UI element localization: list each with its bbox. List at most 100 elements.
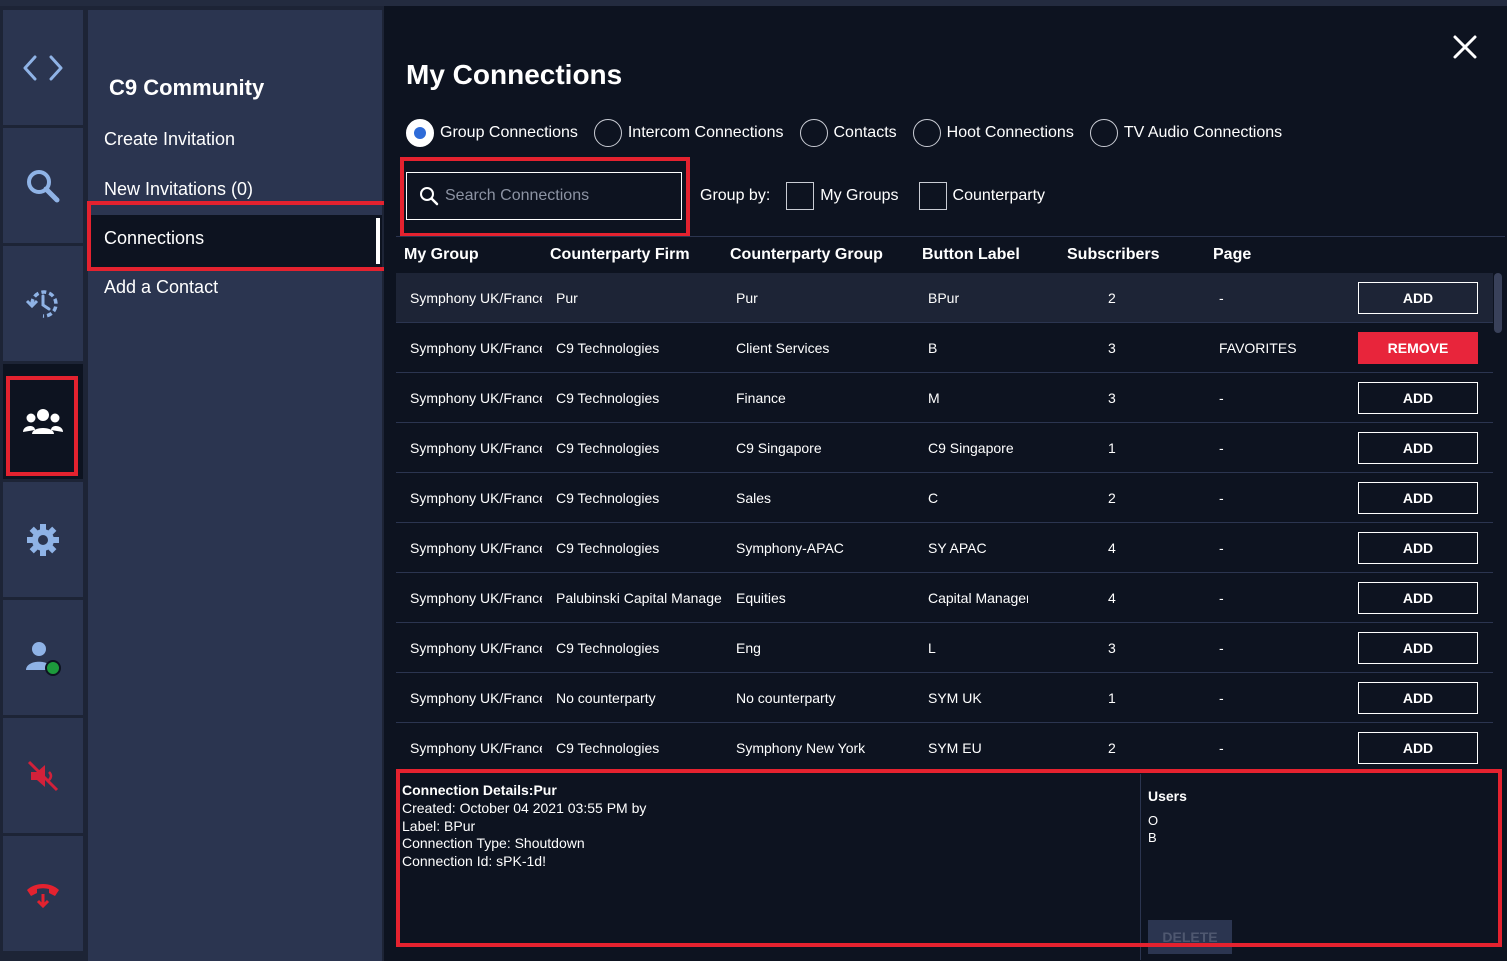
add-button[interactable]: ADD — [1358, 432, 1478, 464]
checkbox-icon — [786, 182, 815, 210]
cell-subscribers: 3 — [1108, 390, 1116, 406]
cell-counterparty-firm: C9 Technologies — [556, 540, 660, 556]
group-by-counterparty[interactable]: Counterparty — [918, 182, 1045, 210]
cell-button-label: B — [928, 340, 938, 356]
table-row[interactable]: Symphony UK/France C9 Technologies Finance… — [396, 373, 1493, 423]
tab-contacts[interactable]: Contacts — [799, 119, 897, 147]
details-label: Label: BPur — [402, 818, 476, 834]
tab-group-connections[interactable]: Group Connections — [406, 119, 578, 147]
cell-button-label: SYM UK — [928, 690, 982, 706]
cell-button-label: C9 Singapore — [928, 440, 1014, 456]
group-by-my-groups[interactable]: My Groups — [786, 182, 899, 210]
table-row[interactable]: Symphony UK/France C9 Technologies Symphon… — [396, 523, 1493, 573]
cell-counterparty-group: Eng — [736, 640, 761, 656]
table-row[interactable]: Symphony UK/France C9 Technologies C9 Sing… — [396, 423, 1493, 473]
checkbox-label: My Groups — [820, 187, 899, 204]
delete-button[interactable]: DELETE — [1148, 920, 1232, 954]
subnav-item-new-invitations[interactable]: New Invitations (0) — [104, 179, 253, 200]
tab-label: Group Connections — [440, 124, 578, 141]
rail-history-button[interactable] — [3, 246, 83, 361]
header-counterparty-group[interactable]: Counterparty Group — [730, 246, 883, 264]
table-row[interactable]: Symphony UK/France C9 Technologies Eng L 3 - A… — [396, 623, 1493, 673]
cell-subscribers: 2 — [1108, 290, 1116, 306]
cell-page: - — [1219, 440, 1224, 456]
connections-panel: My Connections Group Connections Interco… — [384, 6, 1507, 961]
table-scrollbar[interactable] — [1494, 273, 1502, 333]
hangup-icon — [27, 883, 59, 908]
cell-counterparty-firm: C9 Technologies — [556, 740, 660, 756]
rail-search-button[interactable] — [3, 128, 83, 243]
cell-counterparty-group: Sales — [736, 490, 772, 506]
add-button[interactable]: ADD — [1358, 732, 1478, 764]
radio-checked-icon — [406, 119, 434, 147]
header-my-group[interactable]: My Group — [404, 246, 479, 264]
cell-my-group: Symphony UK/France — [410, 490, 542, 506]
table-row[interactable]: Symphony UK/France C9 Technologies Sales C 2… — [396, 473, 1493, 523]
subnav-item-connections-label: Connections — [104, 228, 205, 248]
cell-counterparty-group: Symphony New York — [736, 740, 866, 756]
radio-icon — [1089, 119, 1118, 147]
table-row[interactable]: Symphony UK/France No counterparty No coun… — [396, 673, 1493, 723]
cell-button-label: SY APAC — [928, 540, 987, 556]
cell-counterparty-firm: C9 Technologies — [556, 390, 660, 406]
cell-page: - — [1219, 640, 1224, 656]
add-button[interactable]: ADD — [1358, 682, 1478, 714]
add-button[interactable]: ADD — [1358, 532, 1478, 564]
rail-code-button[interactable] — [3, 10, 83, 125]
selected-indicator — [376, 218, 380, 264]
add-button[interactable]: ADD — [1358, 382, 1478, 414]
cell-subscribers: 4 — [1108, 540, 1116, 556]
rail-hangup-button[interactable] — [3, 836, 83, 951]
rail-user-status-button[interactable] — [3, 600, 83, 715]
rail-community-button[interactable] — [3, 364, 83, 479]
rail-mute-button[interactable] — [3, 718, 83, 833]
tab-tv-audio-connections[interactable]: TV Audio Connections — [1089, 119, 1282, 147]
header-button-label[interactable]: Button Label — [922, 246, 1020, 264]
details-id: Connection Id: sPK-1d! — [402, 853, 546, 869]
tab-intercom-connections[interactable]: Intercom Connections — [593, 119, 784, 147]
search-input[interactable] — [445, 187, 665, 205]
remove-button[interactable]: REMOVE — [1358, 332, 1478, 364]
close-icon[interactable] — [1450, 32, 1480, 62]
details-title: Connection Details:Pur — [402, 782, 557, 798]
search-icon — [420, 187, 439, 206]
header-subscribers[interactable]: Subscribers — [1067, 246, 1159, 264]
table-row[interactable]: Symphony UK/France C9 Technologies Symphon… — [396, 723, 1493, 773]
subnav-item-create-invitation[interactable]: Create Invitation — [104, 129, 235, 150]
cell-page: - — [1219, 390, 1224, 406]
add-button[interactable]: ADD — [1358, 482, 1478, 514]
cell-counterparty-group: Client Services — [736, 340, 830, 356]
details-created: Created: October 04 2021 03:55 PM by — [402, 800, 647, 816]
rail-settings-button[interactable] — [3, 482, 83, 597]
header-counterparty-firm[interactable]: Counterparty Firm — [550, 246, 690, 264]
table-header: My Group Counterparty Firm Counterparty … — [396, 236, 1505, 272]
cell-page: - — [1219, 540, 1224, 556]
cell-counterparty-firm: No counterparty — [556, 690, 656, 706]
radio-icon — [799, 119, 828, 147]
details-type: Connection Type: Shoutdown — [402, 835, 585, 851]
cell-my-group: Symphony UK/France — [410, 340, 542, 356]
table-row[interactable]: Symphony UK/France Pur Pur BPur 2 - ADD — [396, 273, 1493, 323]
subnav-item-connections[interactable]: Connections — [88, 215, 382, 267]
tab-hoot-connections[interactable]: Hoot Connections — [912, 119, 1074, 147]
table-row[interactable]: Symphony UK/France C9 Technologies Client … — [396, 323, 1493, 373]
user-status-icon — [26, 641, 61, 676]
gear-icon — [27, 523, 59, 556]
tab-label: Intercom Connections — [627, 124, 784, 141]
search-icon — [27, 169, 60, 202]
table-row[interactable]: Symphony UK/France Palubinski Capital Man… — [396, 573, 1493, 623]
user-item[interactable]: B — [1148, 830, 1157, 845]
cell-subscribers: 4 — [1108, 590, 1116, 606]
header-page[interactable]: Page — [1213, 246, 1251, 264]
history-icon — [25, 289, 58, 318]
cell-button-label: C — [928, 490, 939, 506]
users-divider — [1140, 774, 1141, 960]
user-item[interactable]: O — [1148, 813, 1158, 828]
add-button[interactable]: ADD — [1358, 282, 1478, 314]
add-button[interactable]: ADD — [1358, 582, 1478, 614]
add-button[interactable]: ADD — [1358, 632, 1478, 664]
search-box — [406, 172, 682, 220]
subnav-item-add-contact[interactable]: Add a Contact — [104, 277, 218, 298]
cell-subscribers: 2 — [1108, 740, 1116, 756]
cell-page: - — [1219, 490, 1224, 506]
